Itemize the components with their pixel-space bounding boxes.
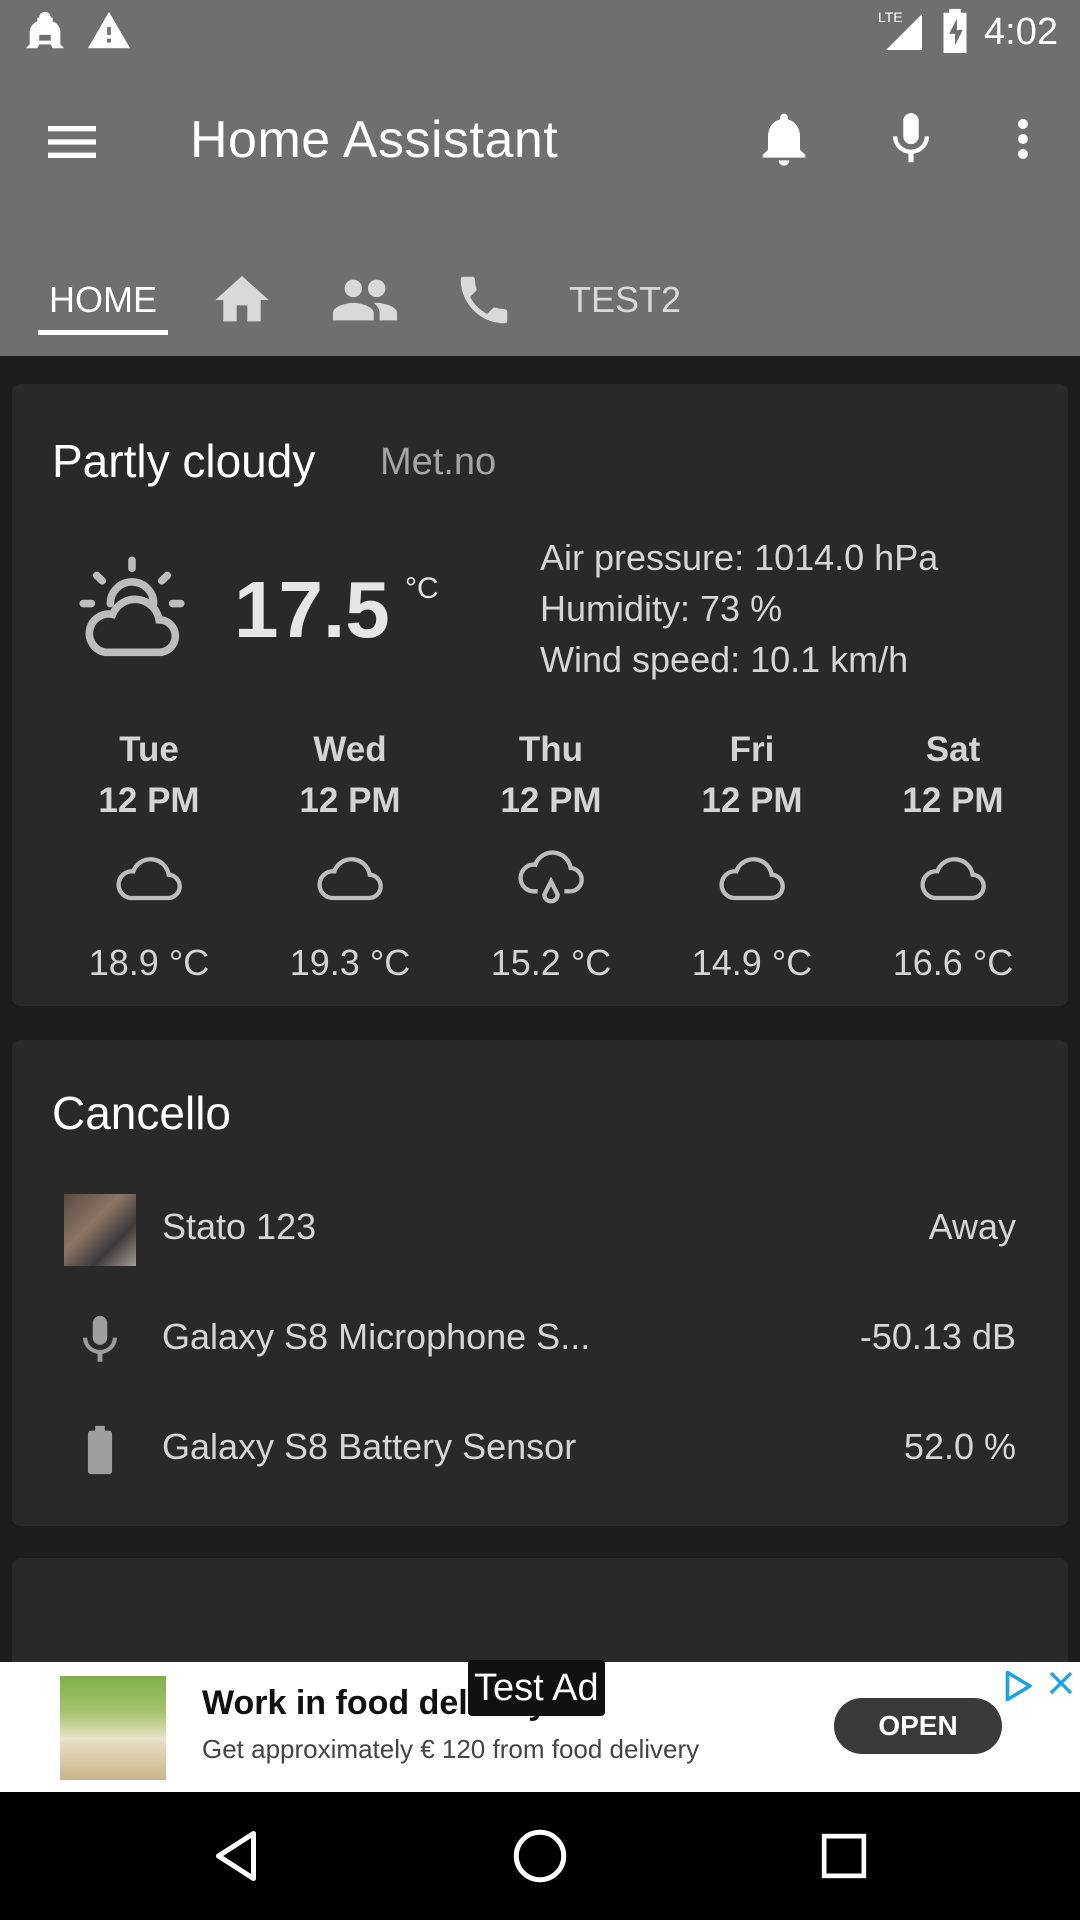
forecast-day-name: Sat <box>925 730 981 769</box>
active-tab-indicator <box>38 330 168 335</box>
forecast-temp: 15.2 °C <box>490 942 612 983</box>
forecast-time: 12 PM <box>902 781 1004 820</box>
microphone-icon <box>64 1304 136 1376</box>
entity-name: Galaxy S8 Microphone S... <box>162 1316 591 1357</box>
forecast-temp: 14.9 °C <box>691 942 813 983</box>
battery-charging-icon <box>940 7 970 58</box>
ad-subtext: Get approximately € 120 from food delive… <box>202 1734 700 1764</box>
forecast-temp: 16.6 °C <box>892 942 1014 983</box>
more-vert-icon <box>1018 119 1028 159</box>
voice-button[interactable] <box>876 104 946 174</box>
wind-speed: Wind speed: 10.1 km/h <box>540 639 909 680</box>
forecast-day-name: Fri <box>729 730 775 769</box>
entity-row-microphone[interactable]: Galaxy S8 Microphone S... -50.13 dB <box>12 1292 1068 1382</box>
forecast-temp: 19.3 °C <box>289 942 411 983</box>
app-toolbar: Home Assistant HOME TEST2 <box>0 64 1080 356</box>
back-button[interactable] <box>196 1816 276 1896</box>
home-icon <box>215 276 269 322</box>
forecast-day-name: Wed <box>313 730 387 769</box>
entity-state: -50.13 dB <box>859 1316 1016 1357</box>
forecast-time: 12 PM <box>299 781 401 820</box>
humidity: Humidity: 73 % <box>540 588 783 629</box>
people-icon <box>332 279 398 321</box>
notifications-button[interactable] <box>749 104 819 174</box>
ad-image <box>60 1676 166 1780</box>
forecast-day: Wed 12 PM 19.3 °C <box>255 724 445 984</box>
menu-button[interactable] <box>40 110 104 174</box>
status-bar: LTE 4:02 <box>0 0 1080 64</box>
network-type: LTE <box>878 9 903 25</box>
entity-name: Galaxy S8 Battery Sensor <box>162 1426 577 1467</box>
system-nav-bar <box>0 1792 1080 1920</box>
ad-banner[interactable]: Work in food delivery Get approximately … <box>0 1660 1080 1792</box>
entity-row-battery[interactable]: Galaxy S8 Battery Sensor 52.0 % <box>12 1402 1068 1492</box>
forecast-time: 12 PM <box>98 781 200 820</box>
view-tabs: HOME TEST2 <box>0 244 1080 356</box>
home-circle-icon <box>513 1829 567 1883</box>
forecast-day: Fri 12 PM 14.9 °C <box>657 724 847 984</box>
forecast-time: 12 PM <box>701 781 803 820</box>
battery-icon <box>64 1414 136 1486</box>
clock: 4:02 <box>984 11 1058 53</box>
tab-home[interactable]: HOME <box>38 244 168 356</box>
phone-icon <box>460 276 508 324</box>
cloud-icon <box>54 834 244 922</box>
forecast-day-name: Tue <box>119 730 179 769</box>
microphone-icon <box>892 113 930 163</box>
avatar <box>64 1194 136 1266</box>
recents-icon <box>821 1833 867 1879</box>
entity-row-stato[interactable]: Stato 123 Away <box>12 1182 1068 1272</box>
close-icon[interactable] <box>1046 1668 1076 1703</box>
forecast-day: Tue 12 PM 18.9 °C <box>54 724 244 984</box>
tab-test2[interactable]: TEST2 <box>560 244 690 356</box>
forecast-day: Sat 12 PM 16.6 °C <box>858 724 1048 984</box>
weather-card[interactable]: Partly cloudy Met.no 17.5 °C Air pressur… <box>12 384 1068 1006</box>
tab-people[interactable] <box>322 244 408 356</box>
home-assistant-notification-icon <box>22 8 68 59</box>
back-icon <box>216 1831 256 1881</box>
tab-phone[interactable] <box>444 244 524 356</box>
air-pressure: Air pressure: 1014.0 hPa <box>540 537 939 578</box>
weather-source: Met.no <box>380 441 497 483</box>
ad-open-button[interactable]: OPEN <box>834 1698 1002 1754</box>
home-nav-button[interactable] <box>500 1816 580 1896</box>
app-title: Home Assistant <box>190 111 559 169</box>
weather-attributes: Air pressure: 1014.0 hPa Humidity: 73 % … <box>540 532 938 685</box>
temperature-unit: °C <box>405 572 439 605</box>
forecast-day-name: Thu <box>518 730 584 769</box>
bell-icon <box>762 113 806 166</box>
adchoices-icon[interactable] <box>1000 1668 1036 1709</box>
forecast-time: 12 PM <box>500 781 602 820</box>
current-temperature: 17.5 <box>234 565 390 654</box>
signal-icon: LTE <box>878 6 926 59</box>
partly-cloudy-icon <box>67 544 197 679</box>
rain-icon <box>456 834 646 922</box>
tab-home-icon[interactable] <box>202 244 282 356</box>
cloud-icon <box>657 834 847 922</box>
forecast-temp: 18.9 °C <box>88 942 210 983</box>
entity-state: Away <box>928 1206 1016 1247</box>
recents-button[interactable] <box>804 1816 884 1896</box>
cloud-icon <box>255 834 445 922</box>
cloud-icon <box>858 834 1048 922</box>
cancello-card: Cancello Stato 123 Away Galaxy S8 Microp… <box>12 1040 1068 1526</box>
card-title: Cancello <box>52 1087 231 1139</box>
weather-condition: Partly cloudy <box>52 435 316 487</box>
test-ad-label: Test Ad <box>468 1660 605 1716</box>
forecast-day: Thu 12 PM 15.2 °C <box>456 724 646 984</box>
entity-name: Stato 123 <box>162 1206 317 1247</box>
menu-icon <box>48 126 96 158</box>
entity-state: 52.0 % <box>903 1426 1016 1467</box>
warning-icon <box>86 8 132 59</box>
overflow-menu-button[interactable] <box>988 104 1058 174</box>
